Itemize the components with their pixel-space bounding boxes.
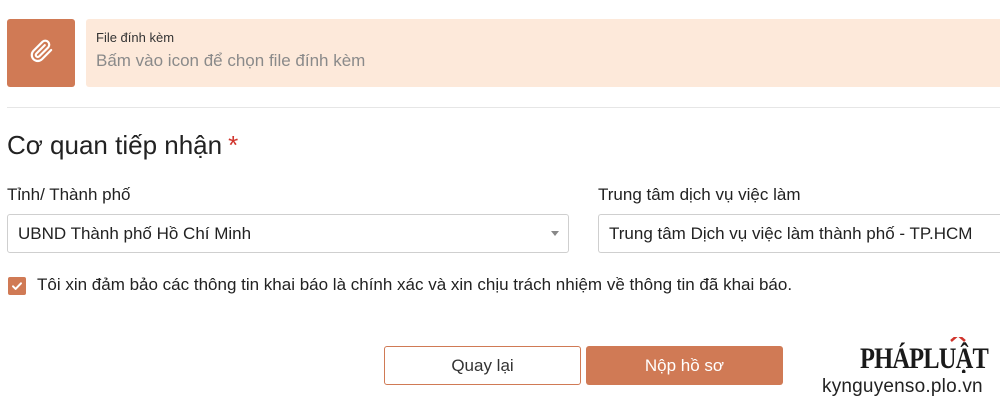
plo-logo: PHÁPLUẬT (860, 337, 990, 373)
province-selected-value: UBND Thành phố Hồ Chí Minh (18, 223, 252, 243)
application-form: File đính kèm Bấm vào icon để chọn file … (0, 0, 1000, 408)
caret-down-icon (551, 231, 559, 236)
attachment-field[interactable]: File đính kèm Bấm vào icon để chọn file … (86, 19, 1000, 87)
paperclip-icon (28, 38, 54, 69)
attachment-hint: Bấm vào icon để chọn file đính kèm (96, 51, 366, 70)
section-title: Cơ quan tiếp nhận * (7, 130, 238, 160)
watermark-url: kynguyenso.plo.vn (822, 376, 983, 397)
center-select[interactable]: Trung tâm Dịch vụ việc làm thành phố - T… (598, 214, 1000, 253)
province-label: Tỉnh/ Thành phố (7, 185, 131, 204)
agreement-checkbox[interactable] (8, 277, 26, 295)
center-selected-value: Trung tâm Dịch vụ việc làm thành phố - T… (609, 223, 973, 243)
agreement-label: Tôi xin đảm bảo các thông tin khai báo l… (37, 275, 793, 294)
section-title-text: Cơ quan tiếp nhận (7, 130, 223, 160)
back-button[interactable]: Quay lại (384, 346, 581, 385)
attachment-title: File đính kèm (96, 30, 175, 45)
plo-logo-text: PHÁPLUẬT (860, 342, 989, 373)
checkmark-icon (12, 282, 22, 290)
attach-file-button[interactable] (7, 19, 75, 87)
province-select[interactable]: UBND Thành phố Hồ Chí Minh (7, 214, 569, 253)
submit-button[interactable]: Nộp hồ sơ (586, 346, 783, 385)
center-label: Trung tâm dịch vụ việc làm (598, 185, 801, 204)
required-mark: * (228, 130, 239, 160)
section-divider (7, 107, 1000, 108)
